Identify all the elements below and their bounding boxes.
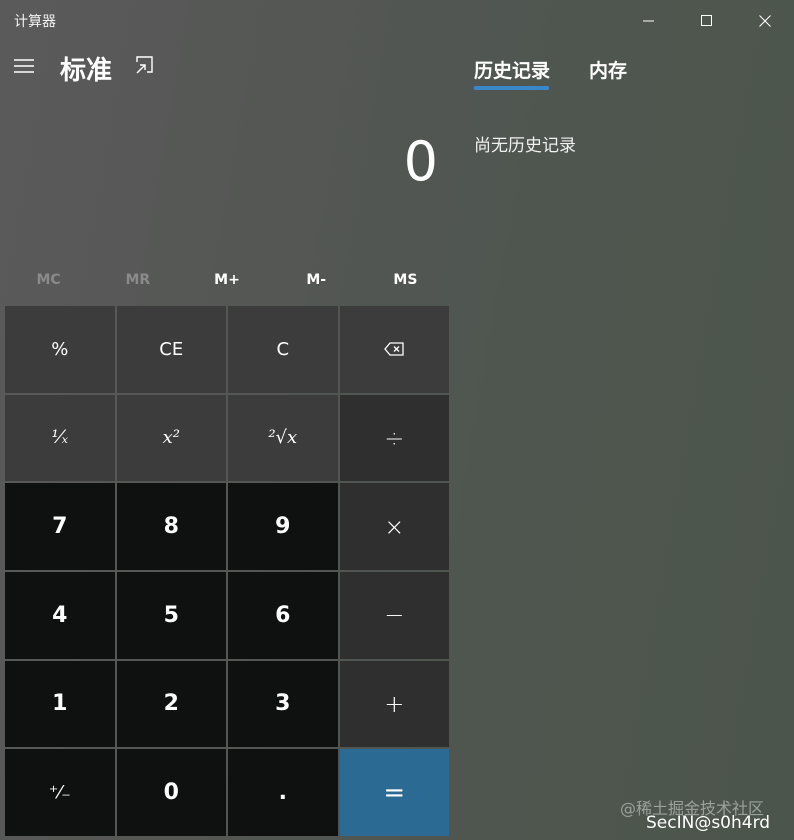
digit-8-key[interactable]: 8 [116,483,226,570]
memory-clear-button[interactable]: MC [4,262,93,298]
percent-key[interactable]: % [5,306,115,393]
multiply-key[interactable]: × [339,483,449,570]
reciprocal-label: ¹⁄ₓ [51,427,69,449]
digit-4-key[interactable]: 4 [5,571,115,659]
keypad: % CE C ¹⁄ₓ x² ²√x ÷ 7 8 9 × 4 5 6 − 1 2 … [5,306,449,836]
menu-button[interactable] [12,56,40,80]
watermark-line2: SecIN@s0h4rd [646,813,771,833]
square-label: x² [162,427,180,449]
square-root-label: ²√x [268,427,298,449]
maximize-icon [701,15,712,26]
minimize-button[interactable] [620,0,678,42]
keep-on-top-icon [136,56,153,74]
backspace-key[interactable] [339,306,449,393]
memory-subtract-button[interactable]: M- [272,262,361,298]
digit-0-key[interactable]: 0 [116,749,226,836]
tab-history[interactable]: 历史记录 [474,56,550,83]
clear-key[interactable]: C [228,306,338,393]
memory-row: MC MR M+ M- MS [4,262,450,298]
digit-6-key[interactable]: 6 [228,571,338,659]
negate-key[interactable]: ⁺⁄₋ [5,749,115,836]
digit-1-key[interactable]: 1 [5,660,115,748]
keep-on-top-button[interactable] [134,54,164,80]
reciprocal-key[interactable]: ¹⁄ₓ [5,394,115,482]
clear-entry-key[interactable]: CE [116,306,226,393]
close-button[interactable] [736,0,794,42]
history-empty-message: 尚无历史记录 [474,136,576,156]
decimal-key[interactable]: . [228,749,338,836]
hamburger-icon [14,59,34,73]
digit-2-key[interactable]: 2 [116,660,226,748]
backspace-icon [384,342,404,356]
title-bar: 计算器 [0,0,794,42]
minimize-icon [643,20,654,22]
app-title: 计算器 [14,14,56,30]
divide-key[interactable]: ÷ [339,394,449,482]
square-key[interactable]: x² [116,394,226,482]
digit-7-key[interactable]: 7 [5,483,115,570]
maximize-button[interactable] [678,0,736,42]
tab-memory[interactable]: 内存 [589,56,627,83]
add-key[interactable]: + [339,660,449,748]
mode-title: 标准 [60,56,113,86]
digit-5-key[interactable]: 5 [116,571,226,659]
memory-add-button[interactable]: M+ [182,262,271,298]
close-icon [759,15,771,27]
memory-recall-button[interactable]: MR [93,262,182,298]
active-tab-indicator [474,86,549,90]
square-root-key[interactable]: ²√x [228,394,338,482]
equals-key[interactable]: = [339,749,449,836]
digit-3-key[interactable]: 3 [228,660,338,748]
subtract-key[interactable]: − [339,571,449,659]
memory-store-button[interactable]: MS [361,262,450,298]
digit-9-key[interactable]: 9 [228,483,338,570]
result-display: 0 [403,130,438,193]
